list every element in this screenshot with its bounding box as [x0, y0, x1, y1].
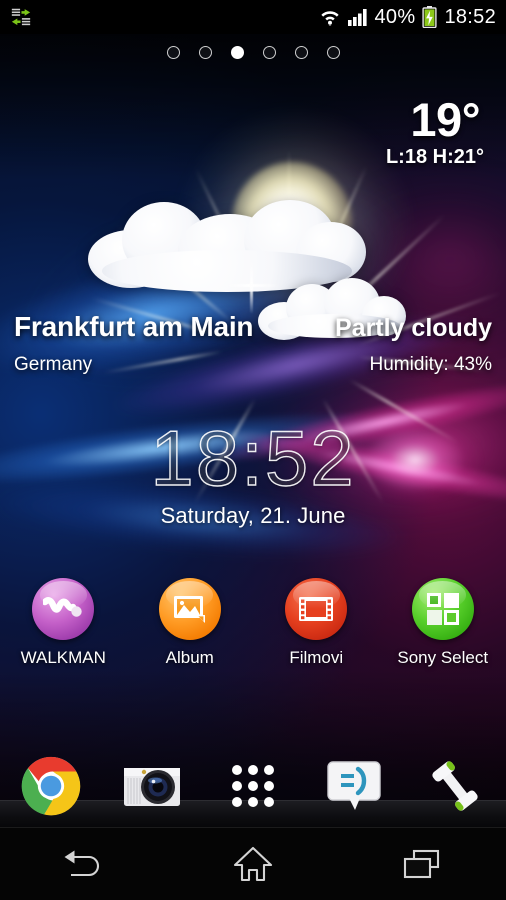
app-label: Filmovi	[289, 648, 344, 667]
photo-glyph	[173, 596, 205, 623]
film-strip-glyph	[299, 597, 334, 621]
four-squares-glyph	[426, 593, 459, 625]
weather-humidity: Humidity: 43%	[369, 354, 493, 375]
dock-item-chrome[interactable]	[0, 755, 101, 817]
app-label: Sony Select	[397, 648, 489, 667]
page-dot-2[interactable]	[198, 46, 212, 59]
battery-percent-label: 40%	[374, 5, 416, 28]
sync-data-transfer-icon	[11, 8, 31, 26]
android-home-screen: 40% 18:52 19° L:18 H:21° Frankfurt am Ma…	[0, 0, 506, 900]
phone-handset-icon[interactable]	[428, 760, 482, 812]
weather-high-low: L:18 H:21°	[385, 146, 484, 168]
battery-charging-icon	[422, 6, 438, 28]
weather-city: Frankfurt am Main	[14, 311, 254, 342]
camera-icon[interactable]	[122, 762, 182, 810]
walkman-logo-glyph	[43, 597, 82, 617]
nav-recents-button[interactable]	[337, 828, 506, 900]
navigation-bar	[0, 827, 506, 900]
grid-squares-icon[interactable]	[411, 578, 474, 640]
weather-widget[interactable]: 19° L:18 H:21° Frankfurt am Main Germany…	[0, 80, 506, 504]
app-grid: WALKMAN Album Filmovi Sony Select	[0, 578, 506, 668]
app-sony-select[interactable]: Sony Select	[380, 578, 506, 668]
page-dot-6[interactable]	[326, 46, 340, 59]
nav-back-button[interactable]	[0, 828, 169, 900]
app-label: Album	[165, 648, 214, 667]
page-indicator[interactable]	[0, 46, 506, 59]
clock-time: 18:52	[150, 414, 356, 502]
film-strip-icon[interactable]	[285, 578, 348, 640]
dock-item-phone[interactable]	[405, 755, 506, 817]
messaging-icon[interactable]	[325, 760, 383, 812]
dock	[0, 755, 506, 817]
app-label: WALKMAN	[20, 648, 106, 667]
walkman-icon[interactable]	[32, 578, 95, 640]
home-icon[interactable]	[232, 845, 274, 883]
page-dot-5[interactable]	[294, 46, 308, 59]
weather-temperature: 19°	[410, 93, 480, 146]
dock-item-messaging[interactable]	[304, 755, 405, 817]
weather-condition: Partly cloudy	[335, 314, 492, 342]
status-bar-system-icons: 40% 18:52	[319, 6, 497, 29]
app-album[interactable]: Album	[127, 578, 254, 668]
page-dot-4[interactable]	[262, 46, 276, 59]
nav-home-button[interactable]	[169, 828, 338, 900]
status-bar[interactable]: 40% 18:52	[0, 0, 506, 34]
clock-widget[interactable]: 18:52 Saturday, 21. June	[0, 414, 506, 529]
app-walkman[interactable]: WALKMAN	[0, 578, 127, 668]
album-photo-icon[interactable]	[158, 578, 221, 640]
app-drawer-icon[interactable]	[230, 763, 276, 809]
status-bar-clock: 18:52	[444, 5, 496, 28]
cellular-signal-icon	[347, 8, 367, 26]
recent-apps-icon[interactable]	[402, 847, 442, 881]
dock-item-app-drawer[interactable]	[202, 755, 303, 817]
status-bar-notifications	[10, 6, 32, 28]
page-dot-3-active[interactable]	[230, 46, 244, 59]
chrome-icon[interactable]	[20, 755, 82, 817]
wifi-icon	[320, 11, 339, 26]
dock-item-camera[interactable]	[101, 755, 202, 817]
sun-ray	[103, 350, 223, 374]
weather-country: Germany	[14, 354, 93, 375]
sun-sparkle	[224, 284, 280, 287]
app-filmovi[interactable]: Filmovi	[253, 578, 380, 668]
back-arrow-icon[interactable]	[61, 847, 107, 881]
clock-date: Saturday, 21. June	[160, 503, 346, 528]
page-dot-1[interactable]	[166, 46, 180, 59]
